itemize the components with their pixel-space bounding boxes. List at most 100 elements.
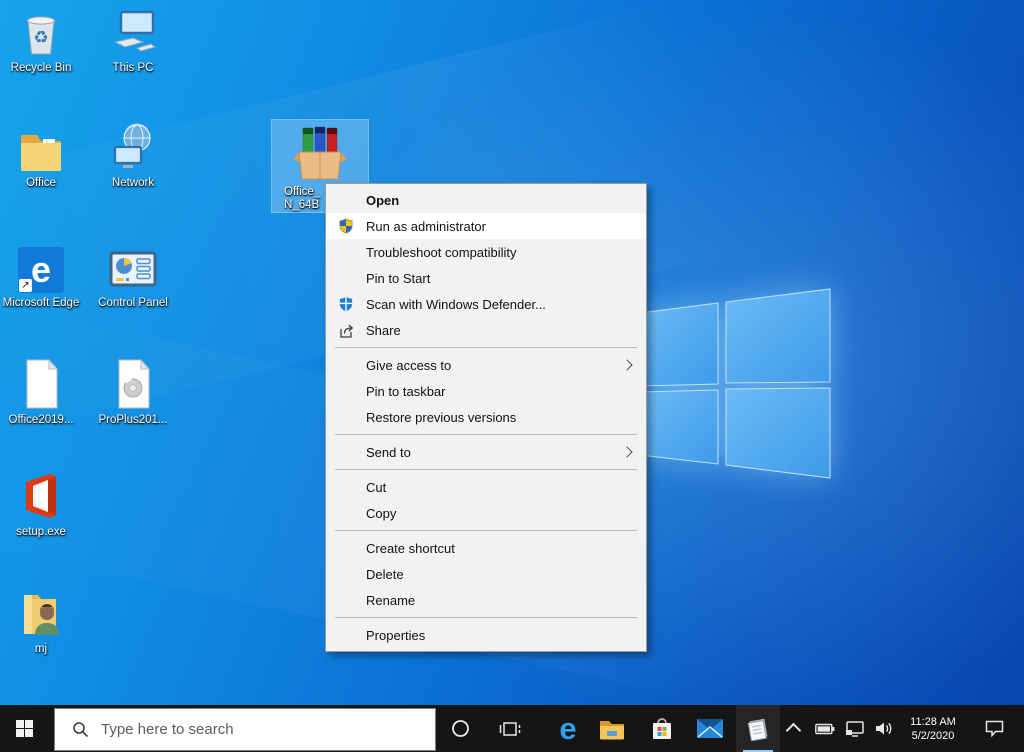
desktop-icon-label: Recycle Bin xyxy=(0,62,87,75)
recycle-bin-icon: ♻ xyxy=(0,4,87,58)
edge-tile-icon: e ↗ xyxy=(0,239,87,293)
menu-item-label: Copy xyxy=(366,506,396,521)
menu-item-give-access-to[interactable]: Give access to xyxy=(326,352,646,378)
desktop-icon-label: This PC xyxy=(87,62,179,75)
office-setup-icon xyxy=(0,468,87,522)
menu-item-label: Cut xyxy=(366,480,386,495)
notepad-button[interactable] xyxy=(736,705,780,752)
menu-item-pin-to-start[interactable]: Pin to Start xyxy=(326,265,646,291)
blank-file-icon xyxy=(0,356,87,410)
notepad-icon xyxy=(746,717,770,741)
menu-item-cut[interactable]: Cut xyxy=(326,474,646,500)
desktop-icon-label: mj xyxy=(0,643,87,656)
menu-item-label: Open xyxy=(366,193,399,208)
menu-item-share[interactable]: Share xyxy=(326,317,646,343)
menu-item-label: Rename xyxy=(366,593,415,608)
desktop-icon-label: Office2019... xyxy=(0,414,87,427)
windows-desktop: ♻ Recycle Bin Office e ↗ Microsoft Edge xyxy=(0,0,1024,752)
desktop-icon-label: Control Panel xyxy=(87,297,179,310)
menu-item-label: Restore previous versions xyxy=(366,410,516,425)
tray-network-button[interactable] xyxy=(841,705,869,752)
user-folder-icon xyxy=(0,585,87,639)
desktop-icon-this-pc[interactable]: This PC xyxy=(87,4,179,75)
desktop-icon-label: Office xyxy=(0,177,87,190)
menu-separator xyxy=(335,530,637,531)
windows-logo-icon xyxy=(16,720,33,737)
battery-icon xyxy=(815,723,835,735)
edge-icon: e xyxy=(559,713,576,744)
file-explorer-button[interactable] xyxy=(590,705,634,752)
menu-item-open[interactable]: Open xyxy=(326,187,646,213)
menu-item-label: Troubleshoot compatibility xyxy=(366,245,517,260)
desktop-icon-proplus-file[interactable]: ProPlus201... xyxy=(87,356,179,427)
desktop-icon-control-panel[interactable]: Control Panel xyxy=(87,239,179,310)
tray-battery-button[interactable] xyxy=(811,705,839,752)
menu-item-delete[interactable]: Delete xyxy=(326,561,646,587)
menu-item-label: Send to xyxy=(366,445,411,460)
cortana-icon xyxy=(451,719,470,738)
desktop-icon-setup-exe[interactable]: setup.exe xyxy=(0,468,87,539)
mail-button[interactable] xyxy=(688,705,732,752)
control-panel-icon xyxy=(87,239,179,293)
menu-item-scan-with-windows-defender[interactable]: Scan with Windows Defender... xyxy=(326,291,646,317)
disc-image-file-icon xyxy=(87,356,179,410)
menu-item-label: Pin to taskbar xyxy=(366,384,446,399)
desktop-icon-label: Network xyxy=(87,177,179,190)
archive-box-icon xyxy=(272,120,368,182)
network-ethernet-icon xyxy=(845,721,865,737)
taskbar-search xyxy=(54,708,436,751)
clock-time: 11:28 AM xyxy=(910,715,956,729)
task-view-button[interactable] xyxy=(488,705,532,752)
menu-item-troubleshoot-compatibility[interactable]: Troubleshoot compatibility xyxy=(326,239,646,265)
menu-item-label: Delete xyxy=(366,567,404,582)
mail-icon xyxy=(697,719,723,738)
menu-item-rename[interactable]: Rename xyxy=(326,587,646,613)
task-view-icon xyxy=(499,720,521,738)
edge-taskbar-button[interactable]: e xyxy=(546,705,590,752)
tray-volume-button[interactable] xyxy=(869,705,899,752)
shortcut-arrow-icon: ↗ xyxy=(19,279,32,292)
clock-date: 5/2/2020 xyxy=(912,729,955,743)
desktop-icon-office2019-file[interactable]: Office2019... xyxy=(0,356,87,427)
microsoft-store-icon xyxy=(650,716,674,742)
context-menu: Open Run as administrator xyxy=(325,183,647,652)
submenu-chevron-icon xyxy=(621,446,632,457)
menu-item-label: Scan with Windows Defender... xyxy=(366,297,546,312)
menu-item-create-shortcut[interactable]: Create shortcut xyxy=(326,535,646,561)
action-center-button[interactable] xyxy=(972,705,1016,752)
taskbar-clock[interactable]: 11:28 AM 5/2/2020 xyxy=(899,705,967,752)
menu-separator xyxy=(335,617,637,618)
menu-item-label: Create shortcut xyxy=(366,541,455,556)
menu-separator xyxy=(335,469,637,470)
menu-item-send-to[interactable]: Send to xyxy=(326,439,646,465)
volume-icon xyxy=(875,721,893,736)
network-globe-icon xyxy=(87,119,179,173)
submenu-chevron-icon xyxy=(621,359,632,370)
menu-item-run-as-administrator[interactable]: Run as administrator xyxy=(326,213,646,239)
desktop-icon-mj-folder[interactable]: mj xyxy=(0,585,87,656)
cortana-button[interactable] xyxy=(438,705,482,752)
menu-item-properties[interactable]: Properties xyxy=(326,622,646,648)
desktop-icon-network[interactable]: Network xyxy=(87,119,179,190)
desktop-icon-label: setup.exe xyxy=(0,526,87,539)
desktop-icon-microsoft-edge[interactable]: e ↗ Microsoft Edge xyxy=(0,239,87,310)
menu-item-restore-previous-versions[interactable]: Restore previous versions xyxy=(326,404,646,430)
defender-shield-icon xyxy=(337,295,355,313)
tray-show-hidden-icons-button[interactable] xyxy=(780,705,806,752)
menu-item-copy[interactable]: Copy xyxy=(326,500,646,526)
search-input[interactable] xyxy=(99,720,435,739)
svg-text:♻: ♻ xyxy=(33,28,48,47)
share-icon xyxy=(337,321,355,339)
desktop-icon-label: Microsoft Edge xyxy=(0,297,87,310)
microsoft-store-button[interactable] xyxy=(640,705,684,752)
desktop-icon-office-folder[interactable]: Office xyxy=(0,119,87,190)
search-icon xyxy=(72,721,89,738)
menu-item-label: Share xyxy=(366,323,401,338)
menu-item-label: Give access to xyxy=(366,358,451,373)
menu-item-label: Pin to Start xyxy=(366,271,430,286)
start-button[interactable] xyxy=(0,705,48,752)
file-explorer-icon xyxy=(599,718,625,740)
desktop-icon-recycle-bin[interactable]: ♻ Recycle Bin xyxy=(0,4,87,75)
menu-item-pin-to-taskbar[interactable]: Pin to taskbar xyxy=(326,378,646,404)
menu-item-label: Properties xyxy=(366,628,425,643)
